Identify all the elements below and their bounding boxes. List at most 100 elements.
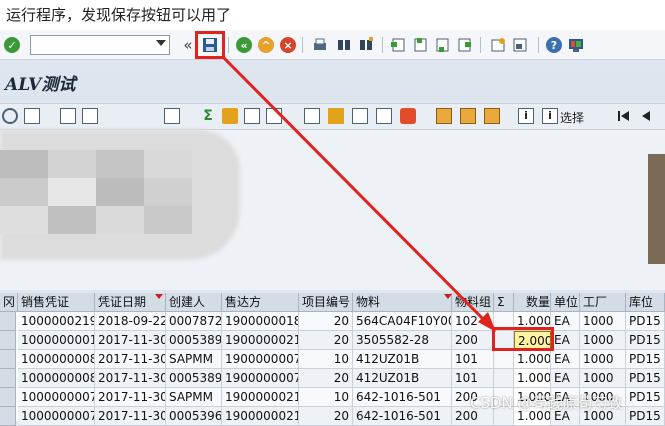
first-column-icon[interactable] <box>616 108 632 124</box>
created-by-header[interactable]: 创建人 <box>166 293 222 312</box>
find-next-icon[interactable] <box>356 35 376 55</box>
material-group-cell: 200 <box>452 331 494 350</box>
item-no-header[interactable]: 项目编号 <box>299 293 353 312</box>
storage-location-cell: PD15 <box>626 350 665 369</box>
print-preview-icon[interactable] <box>244 108 260 124</box>
create-session-icon[interactable] <box>488 35 508 55</box>
storage-location-cell: PD15 <box>626 407 665 426</box>
material-group-cell: 101 <box>452 350 494 369</box>
sum-icon[interactable]: Σ <box>200 108 216 124</box>
material-cell: 642-1016-501 <box>353 407 452 426</box>
material-cell: 412UZ01B <box>353 350 452 369</box>
cancel-icon[interactable]: × <box>278 35 298 55</box>
material-header[interactable]: 物料 <box>353 293 452 312</box>
quantity-header[interactable]: 数量 <box>514 293 551 312</box>
sum-cell <box>494 369 514 388</box>
sales-doc-cell: 1000000008 <box>18 369 95 388</box>
save-highlight-box <box>195 31 225 59</box>
quantity-cell[interactable]: 1.000 <box>514 350 551 369</box>
info-icon[interactable]: i <box>518 108 534 124</box>
layout-icon[interactable] <box>328 108 344 124</box>
sales-doc-cell: 1000000007 <box>18 388 95 407</box>
quantity-cell[interactable]: 1.000 <box>514 369 551 388</box>
quantity-highlight-box <box>492 327 554 351</box>
subtotal-icon[interactable] <box>222 108 238 124</box>
alv-toolbar: Σ i i 选择 <box>0 103 665 130</box>
sales-doc-header[interactable]: 销售凭证 <box>18 293 95 312</box>
print-icon[interactable] <box>310 35 330 55</box>
last-page-icon[interactable] <box>454 35 474 55</box>
sold-to-cell: 1900000018 <box>222 312 299 331</box>
select-button[interactable]: 选择 <box>560 109 584 126</box>
material-cell: 3505582-28 <box>353 331 452 350</box>
select-info-icon[interactable]: i <box>542 108 558 124</box>
row-selector[interactable] <box>0 369 16 388</box>
row-selector[interactable] <box>0 350 16 369</box>
sum-header[interactable]: Σ <box>494 293 514 312</box>
grid-icon[interactable] <box>436 108 452 124</box>
exit-icon[interactable]: ^ <box>256 35 276 55</box>
caption-text: 运行程序，发现保存按钮可以用了 <box>0 0 665 30</box>
views-icon[interactable] <box>304 108 320 124</box>
unit-cell: EA <box>551 350 580 369</box>
unit-header[interactable]: 单位 <box>551 293 580 312</box>
row-selector[interactable] <box>0 312 16 331</box>
find-icon[interactable] <box>334 35 354 55</box>
sort-icon[interactable] <box>164 108 180 124</box>
refresh-icon[interactable] <box>60 108 76 124</box>
header-image-area <box>0 130 665 290</box>
background-image-edge <box>648 154 665 264</box>
sold-to-header[interactable]: 售达方 <box>222 293 299 312</box>
sel-header[interactable]: 冈 <box>0 293 18 312</box>
sales-doc-cell: 1000000007 <box>18 407 95 426</box>
page-title: ALV测试 <box>0 70 665 100</box>
help-icon[interactable]: ? <box>544 35 564 55</box>
created-by-cell: 0007872 <box>166 312 222 331</box>
chevron-down-icon[interactable] <box>156 40 166 46</box>
plant-header[interactable]: 工厂 <box>580 293 626 312</box>
previous-page-icon[interactable] <box>410 35 430 55</box>
next-page-icon[interactable] <box>432 35 452 55</box>
material-cell: 564CA04F10Y00 <box>353 312 452 331</box>
sold-to-cell: 1900000021 <box>222 331 299 350</box>
storage-location-header[interactable]: 库位 <box>626 293 665 312</box>
details-icon[interactable] <box>2 108 18 124</box>
check-icon[interactable] <box>24 108 40 124</box>
material-group-cell: 101 <box>452 369 494 388</box>
sold-to-cell: 1900000021 <box>222 388 299 407</box>
standard-toolbar: ✓ « « ^ × ? <box>0 30 665 60</box>
row-selector[interactable] <box>0 331 16 350</box>
row-selector[interactable] <box>0 388 16 407</box>
shortcut-icon[interactable] <box>510 35 530 55</box>
doc-date-cell: 2018-09-22 <box>95 312 166 331</box>
graphic-icon[interactable] <box>352 108 368 124</box>
plant-cell: 1000 <box>580 369 626 388</box>
insert-row-icon[interactable] <box>460 108 476 124</box>
doc-date-cell: 2017-11-30 <box>95 331 166 350</box>
delete-row-icon[interactable] <box>484 108 500 124</box>
unit-cell: EA <box>551 369 580 388</box>
first-page-icon[interactable] <box>388 35 408 55</box>
export-icon[interactable] <box>266 108 282 124</box>
sum-cell <box>494 350 514 369</box>
material-cell: 412UZ01B <box>353 369 452 388</box>
sales-doc-cell: 1000000008 <box>18 350 95 369</box>
command-field[interactable] <box>30 35 170 55</box>
storage-location-cell: PD15 <box>626 369 665 388</box>
doc-date-cell: 2017-11-30 <box>95 407 166 426</box>
created-by-cell: SAPMM <box>166 350 222 369</box>
item-no-cell: 20 <box>299 407 353 426</box>
material-group-header[interactable]: 物料组 <box>452 293 494 312</box>
doc-date-cell: 2017-11-30 <box>95 350 166 369</box>
item-no-cell: 10 <box>299 388 353 407</box>
cut-icon[interactable] <box>82 108 98 124</box>
sold-to-cell: 1900000007 <box>222 350 299 369</box>
customize-layout-icon[interactable] <box>566 35 586 55</box>
previous-column-icon[interactable] <box>638 108 654 124</box>
abc-analysis-icon[interactable] <box>376 108 392 124</box>
enter-icon[interactable]: ✓ <box>2 35 22 55</box>
word-processing-icon[interactable] <box>400 108 416 124</box>
back-icon[interactable]: « <box>234 35 254 55</box>
row-selector[interactable] <box>0 407 16 426</box>
unit-cell: EA <box>551 312 580 331</box>
